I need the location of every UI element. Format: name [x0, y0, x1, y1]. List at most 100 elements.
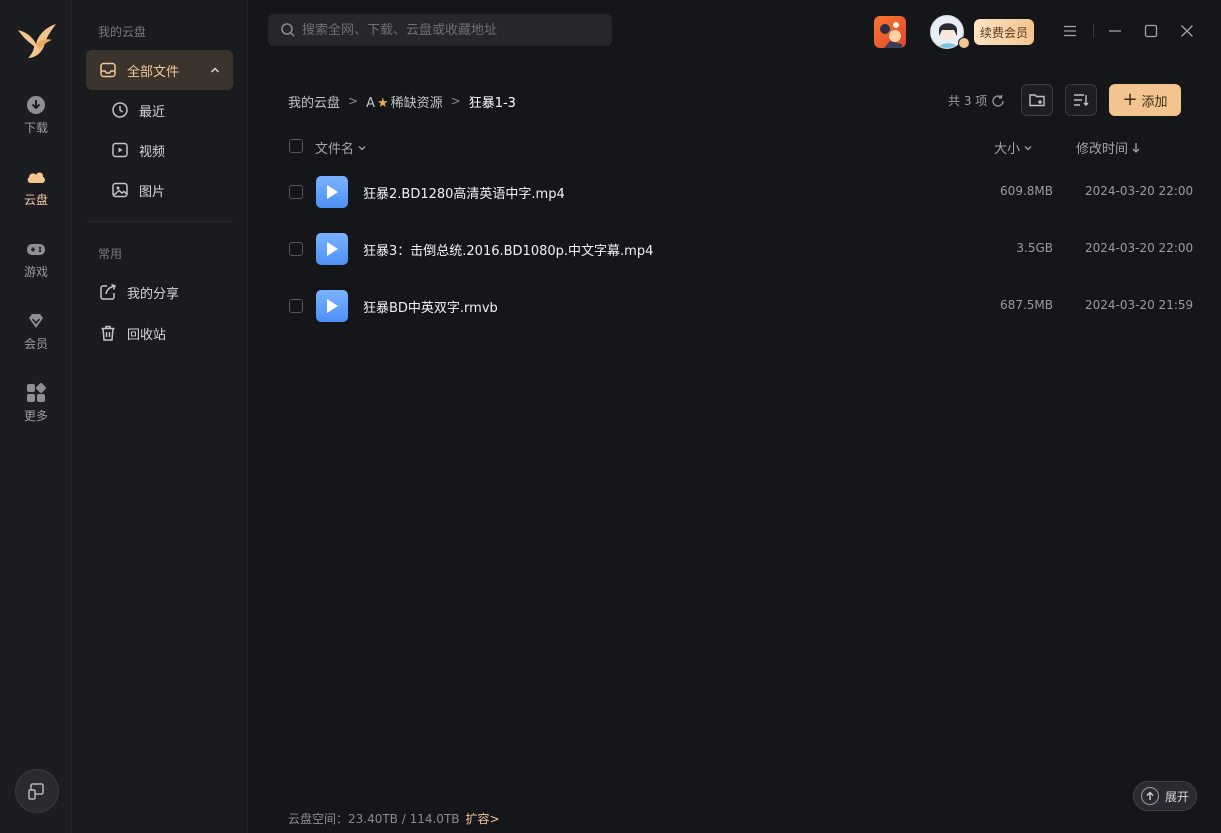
device-switch-button[interactable]: [15, 769, 59, 813]
rail-item-cloud[interactable]: 云盘: [0, 166, 72, 222]
app-logo[interactable]: [14, 18, 58, 62]
sidebar-item-recycle-bin[interactable]: 回收站: [86, 313, 233, 353]
device-icon: [28, 783, 44, 800]
sidebar-item-label: 回收站: [127, 327, 167, 343]
image-icon: [112, 182, 128, 198]
rail-label-cloud: 云盘: [23, 193, 48, 207]
breadcrumb-folder[interactable]: A ★ 稀缺资源: [366, 92, 443, 111]
sidebar-item-label: 全部文件: [127, 64, 180, 80]
add-button-label: 添加: [1141, 94, 1168, 110]
rail-item-more[interactable]: 更多: [0, 382, 72, 438]
breadcrumb: 我的云盘 > A ★ 稀缺资源 > 狂暴1-3: [288, 92, 516, 111]
close-icon: [1181, 25, 1193, 37]
app-window: 下载 云盘 游戏 会员 更多 我的云盘 全部文件 最近 视频 图片 常用 我的分…: [0, 0, 1221, 833]
breadcrumb-current: 狂暴1-3: [468, 95, 516, 111]
game-app-thumbnail[interactable]: [874, 16, 906, 48]
video-icon: [112, 142, 128, 158]
select-all-checkbox[interactable]: [289, 139, 303, 153]
search-icon: [281, 23, 295, 37]
rail-label-vip: 会员: [23, 337, 48, 351]
file-modified: 2024-03-20 22:00: [1085, 241, 1194, 255]
left-rail: 下载 云盘 游戏 会员 更多: [0, 0, 72, 833]
sidebar-item-label: 视频: [139, 144, 166, 160]
search-input[interactable]: [302, 22, 602, 38]
expand-capacity-link[interactable]: 扩容>: [466, 812, 500, 826]
game-art-icon: [880, 22, 902, 48]
trash-icon: [101, 325, 115, 341]
sidebar-item-images[interactable]: 图片: [86, 170, 233, 210]
table-row[interactable]: 狂暴3：击倒总统.2016.BD1080p.中文字幕.mp4 3.5GB 202…: [270, 221, 1210, 277]
minimize-icon: [1109, 30, 1121, 32]
cloud-icon: [27, 172, 45, 183]
gamepad-icon: [27, 244, 45, 255]
column-header-name[interactable]: 文件名: [315, 138, 367, 157]
sidebar-item-video[interactable]: 视频: [86, 130, 233, 170]
menu-button[interactable]: [1059, 20, 1081, 42]
hamburger-icon: [1064, 25, 1076, 37]
row-checkbox[interactable]: [289, 185, 303, 199]
video-file-icon: [316, 290, 348, 322]
file-name[interactable]: 狂暴BD中英双字.rmvb: [363, 297, 498, 316]
grid-icon: [27, 383, 46, 402]
rail-item-download[interactable]: 下载: [0, 94, 72, 150]
table-row[interactable]: 狂暴2.BD1280高清英语中字.mp4 609.8MB 2024-03-20 …: [270, 164, 1210, 220]
expand-button-label: 展开: [1164, 789, 1189, 804]
sidebar-common-title: 常用: [98, 247, 123, 261]
column-header-modified[interactable]: 修改时间: [1076, 138, 1141, 157]
sidebar-section-title: 我的云盘: [98, 25, 147, 39]
file-name[interactable]: 狂暴3：击倒总统.2016.BD1080p.中文字幕.mp4: [363, 240, 653, 259]
sort-icon: [1074, 94, 1089, 106]
new-folder-button[interactable]: [1021, 84, 1053, 116]
chevron-down-icon: [358, 145, 366, 150]
file-size: 3.5GB: [1016, 241, 1053, 255]
row-checkbox[interactable]: [289, 299, 303, 313]
add-button[interactable]: + 添加: [1109, 84, 1181, 116]
upload-icon: [1140, 787, 1159, 805]
file-modified: 2024-03-20 21:59: [1085, 298, 1194, 312]
video-file-icon: [316, 233, 348, 265]
chevron-right-icon: >: [450, 94, 461, 108]
sidebar-item-recent[interactable]: 最近: [86, 90, 233, 130]
sidebar-item-all-files[interactable]: 全部文件: [86, 50, 233, 90]
sort-button[interactable]: [1065, 84, 1097, 116]
plus-icon: +: [1122, 89, 1138, 110]
maximize-button[interactable]: [1140, 20, 1162, 42]
breadcrumb-root[interactable]: 我的云盘: [288, 92, 340, 111]
download-icon: [27, 96, 45, 114]
rail-item-games[interactable]: 游戏: [0, 238, 72, 294]
storage-info: 云盘空间：23.40TB / 114.0TB 扩容>: [288, 810, 500, 827]
rail-label-download: 下载: [23, 121, 48, 135]
sidebar: 我的云盘 全部文件 最近 视频 图片 常用 我的分享 回收站: [72, 0, 248, 833]
arrow-down-icon: [1132, 142, 1140, 153]
minimize-button[interactable]: [1104, 20, 1126, 42]
search-bar[interactable]: [268, 14, 612, 46]
table-row[interactable]: 狂暴BD中英双字.rmvb 687.5MB 2024-03-20 21:59: [270, 278, 1210, 334]
sidebar-item-label: 我的分享: [127, 286, 180, 302]
sidebar-divider: [86, 221, 233, 222]
close-button[interactable]: [1176, 20, 1198, 42]
rail-item-vip[interactable]: 会员: [0, 310, 72, 366]
expand-transfer-button[interactable]: 展开: [1133, 781, 1197, 811]
video-file-icon: [316, 176, 348, 208]
row-checkbox[interactable]: [289, 242, 303, 256]
sidebar-item-my-share[interactable]: 我的分享: [86, 272, 233, 312]
share-icon: [100, 283, 116, 300]
sidebar-item-label: 图片: [139, 184, 166, 200]
column-header-size[interactable]: 大小: [994, 138, 1033, 157]
chevron-down-icon: [1024, 145, 1032, 150]
new-folder-icon: [1029, 94, 1045, 107]
file-modified: 2024-03-20 22:00: [1085, 184, 1194, 198]
refresh-icon[interactable]: [991, 94, 1005, 108]
file-name[interactable]: 狂暴2.BD1280高清英语中字.mp4: [363, 183, 565, 202]
vip-badge-icon: [958, 37, 970, 49]
chevron-right-icon: >: [348, 94, 359, 108]
rail-label-more: 更多: [23, 409, 48, 423]
item-count-label: 共 3 项: [948, 94, 988, 108]
diamond-icon: [29, 314, 43, 328]
renew-membership-button[interactable]: 续费会员: [974, 19, 1034, 45]
clock-icon: [112, 102, 128, 118]
maximize-icon: [1144, 24, 1158, 38]
rail-label-games: 游戏: [23, 265, 48, 279]
chevron-up-icon: [210, 67, 220, 73]
sidebar-item-label: 最近: [139, 104, 166, 120]
